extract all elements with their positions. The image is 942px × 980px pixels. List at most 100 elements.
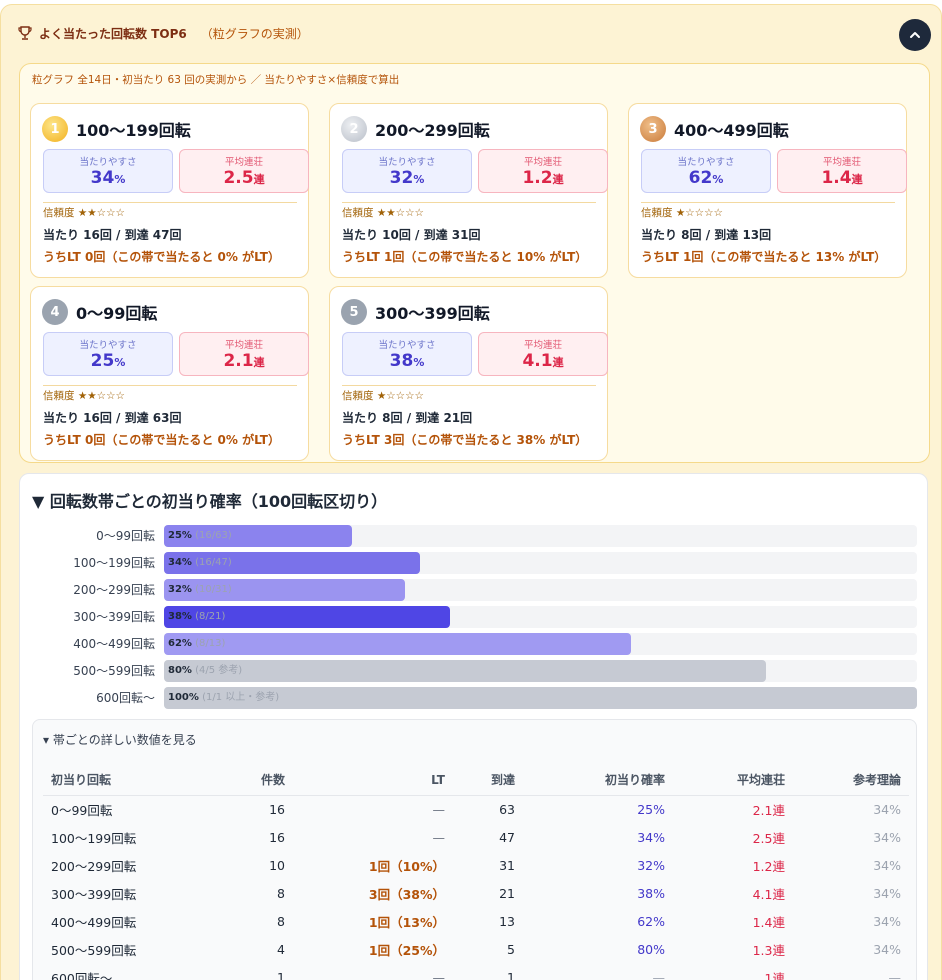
category-label: 500〜599回転 (73, 664, 155, 678)
section-subtitle: （粒グラフの実測） (200, 26, 309, 41)
bar-value-label: 34% (168, 557, 192, 568)
table-cell: — (888, 969, 902, 980)
avg-unit: 連 (253, 173, 265, 186)
column-header[interactable]: 初当り回転 (43, 765, 193, 796)
bar-label: 62% (8/13) (168, 633, 225, 655)
table-cell: 1回（10%） (368, 858, 445, 874)
lt-summary: うちLT 0回（この帯で当たると 0% がLT） (43, 433, 280, 447)
bar-track: 62% (8/13) (164, 633, 917, 655)
column-header[interactable]: LT (293, 765, 453, 796)
bar-label: 100% (1/1 以上・参考) (168, 687, 279, 709)
table-cell: 400〜499回転 (51, 914, 137, 930)
bar-track: 100% (1/1 以上・参考) (164, 687, 917, 709)
column-header[interactable]: 到達 (453, 765, 523, 796)
column-header[interactable]: 平均連荘 (673, 765, 793, 796)
table-cell: 8 (277, 885, 285, 901)
ease-label: 当たりやすさ (677, 157, 735, 168)
table-cell: 0〜99回転 (51, 802, 113, 818)
ranking-panel: 粒グラフ 全14日・初当たり 63 回の実測から ／ 当たりやすさ×信頼度で算出… (19, 63, 930, 463)
table-cell: 47 (499, 829, 515, 845)
column-header[interactable]: 参考理論 (793, 765, 909, 796)
table-cell: 8 (277, 913, 285, 929)
table-cell: 25% (637, 801, 665, 817)
rank-badge: 5 (341, 299, 367, 325)
details-toggle[interactable]: ▾ 帯ごとの詳しい数値を見る (43, 731, 197, 748)
table-row: 500〜599回転 4 1回（25%） 5 80% 1.3連 34% (43, 935, 909, 963)
column-header[interactable]: 件数 (193, 765, 293, 796)
bar-value-label: 32% (168, 584, 192, 595)
chart-row: 400〜499回転 62% (8/13) (20, 633, 929, 655)
table-cell: 3回（38%） (368, 886, 445, 902)
details-panel: ▾ 帯ごとの詳しい数値を見る 初当り回転 件数 LT 到達 初当り確率 平均連荘 参考理論 … (32, 719, 917, 980)
rank-badge: 3 (640, 116, 666, 142)
avg-unit: 連 (552, 173, 564, 186)
table-cell: 62% (637, 913, 665, 929)
ease-unit: % (712, 173, 724, 186)
column-header[interactable]: 初当り確率 (523, 765, 673, 796)
table-cell: 34% (873, 913, 901, 929)
bar-track: 25% (16/63) (164, 525, 917, 547)
avg-box: 平均連荘 2.5連 (179, 149, 309, 193)
table-row: 600回転〜 1 — 1 — 1連 — (43, 963, 909, 980)
avg-label: 平均連荘 (822, 157, 861, 168)
bar-count-label: (16/47) (195, 557, 232, 568)
table-cell: 1 (507, 969, 515, 980)
bar-count-label: (8/21) (195, 611, 226, 622)
ease-box: 当たりやすさ 34% (43, 149, 173, 193)
avg-box: 平均連荘 2.1連 (179, 332, 309, 376)
bar-count-label: (16/63) (195, 530, 232, 541)
ease-value: 38 (389, 351, 414, 371)
section-title: よく当たった回転数 TOP6 (39, 26, 187, 41)
ease-value: 25 (90, 351, 115, 371)
card-divider (641, 202, 895, 203)
table-row: 300〜399回転 8 3回（38%） 21 38% 4.1連 34% (43, 879, 909, 907)
ranking-card: 1 100〜199回転 当たりやすさ 34% 平均連荘 2.5連 信頼度 ★★☆☆☆ 当たり … (30, 103, 309, 278)
table-cell: 38% (637, 885, 665, 901)
bar-label: 25% (16/63) (168, 525, 232, 547)
bar-label: 34% (16/47) (168, 552, 232, 574)
reliability-stars: 信頼度 ★★☆☆☆ (43, 207, 125, 219)
table-row: 400〜499回転 8 1回（13%） 13 62% 1.4連 34% (43, 907, 909, 935)
rank-badge: 2 (341, 116, 367, 142)
bar-label: 38% (8/21) (168, 606, 225, 628)
reliability-stars: 信頼度 ★★☆☆☆ (43, 390, 125, 402)
reliability-stars: 信頼度 ★★☆☆☆ (342, 207, 424, 219)
category-label: 400〜499回転 (73, 637, 155, 651)
ease-unit: % (413, 173, 425, 186)
table-cell: 63 (499, 801, 515, 817)
bar-value-label: 80% (168, 665, 192, 676)
avg-value: 2.5 (223, 168, 254, 188)
card-divider (43, 202, 297, 203)
lt-summary: うちLT 1回（この帯で当たると 13% がLT） (641, 250, 887, 264)
table-cell: 80% (637, 941, 665, 957)
bar-value-label: 62% (168, 638, 192, 649)
bar-count-label: (10/31) (195, 584, 232, 595)
section-header: よく当たった回転数 TOP6 （粒グラフの実測） (17, 23, 309, 43)
avg-label: 平均連荘 (523, 157, 562, 168)
table-cell: 4 (277, 941, 285, 957)
bar-value-label: 100% (168, 692, 199, 703)
bar-count-label: (1/1 以上・参考) (202, 692, 280, 703)
hit-summary: 当たり 8回 / 到達 13回 (641, 228, 772, 242)
ease-unit: % (114, 173, 126, 186)
chart-title[interactable]: ▼ 回転数帯ごとの初当り確率（100回転区切り） (32, 488, 387, 512)
table-cell: 1回（25%） (368, 942, 445, 958)
ease-box: 当たりやすさ 38% (342, 332, 472, 376)
table-cell: — (432, 801, 446, 817)
table-cell: 32% (637, 857, 665, 873)
table-cell: 200〜299回転 (51, 858, 137, 874)
avg-value: 2.1 (223, 351, 254, 371)
avg-label: 平均連荘 (523, 340, 562, 351)
hit-summary: 当たり 10回 / 到達 31回 (342, 228, 481, 242)
table-cell: 34% (873, 829, 901, 845)
ranking-card: 3 400〜499回転 当たりやすさ 62% 平均連荘 1.4連 信頼度 ★☆☆☆☆ 当たり … (628, 103, 907, 278)
table-header-row: 初当り回転 件数 LT 到達 初当り確率 平均連荘 参考理論 (43, 765, 909, 796)
avg-box: 平均連荘 4.1連 (478, 332, 608, 376)
category-label: 200〜299回転 (73, 583, 155, 597)
table-cell: 34% (637, 829, 665, 845)
collapse-button[interactable] (899, 19, 931, 51)
avg-box: 平均連荘 1.4連 (777, 149, 907, 193)
table-cell: 5 (507, 941, 515, 957)
category-label: 600回転〜 (96, 691, 155, 705)
bar-track: 34% (16/47) (164, 552, 917, 574)
